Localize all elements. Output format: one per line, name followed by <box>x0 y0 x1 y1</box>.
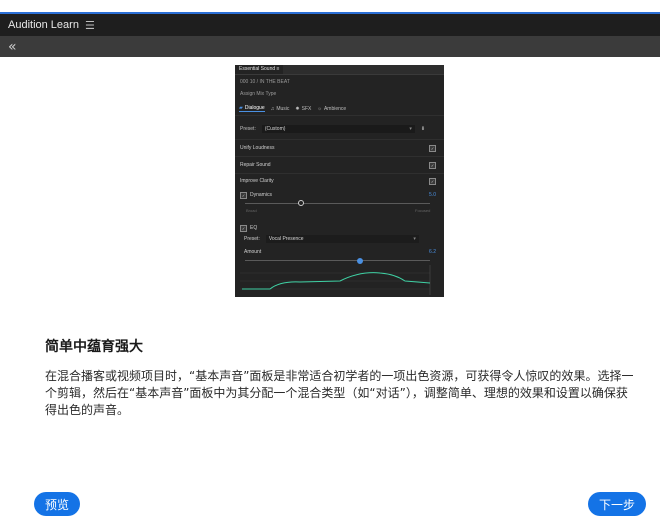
mix-type-label: Dialogue <box>244 105 265 111</box>
mix-type-dialogue: ▰ Dialogue <box>239 105 265 112</box>
checkbox-checked-icon: ✓ <box>429 144 436 152</box>
checkbox-checked-icon: ✓ <box>429 161 436 169</box>
dynamics-left-label: Broad <box>246 208 257 213</box>
mix-type-label: Ambience <box>323 105 347 112</box>
option-unify-loudness: Unify Loudness ✓ <box>240 143 436 153</box>
next-step-button[interactable]: 下一步 <box>588 492 646 516</box>
divider <box>235 156 444 157</box>
assign-mix-type-label: Assign Mix Type <box>240 91 277 97</box>
divider <box>235 115 444 116</box>
title-bar: Audition Learn ☰ <box>0 12 660 36</box>
mix-type-label: SFX <box>301 105 312 112</box>
music-note-icon: ♫ <box>270 105 275 112</box>
eq-preset-value: Vocal Presence <box>268 236 304 242</box>
eq-row: ✓ EQ <box>240 223 436 233</box>
eq-amount-value: 6.2 <box>429 249 436 255</box>
eq-curve-graph <box>240 265 431 295</box>
option-improve-clarity: Improve Clarity ✓ <box>240 176 436 186</box>
nav-bar: « <box>0 36 660 57</box>
panel-tab-title: Essential Sound <box>239 66 276 72</box>
save-preset-icon: ⬇ <box>420 126 426 132</box>
mix-type-sfx: ✸ SFX <box>295 105 311 112</box>
divider <box>235 173 444 174</box>
page-title: 简单中蕴育强大 <box>45 339 143 355</box>
eq-amount-row: Amount 6.2 <box>240 247 436 257</box>
checkbox-checked-icon: ✓ <box>240 191 247 199</box>
dynamics-toggle: ✓ Dynamics <box>240 191 272 199</box>
double-chevron-left-icon[interactable]: « <box>8 40 17 54</box>
description-text: 在混合播客或视频项目时，“基本声音”面板是非常适合初学者的一项出色资源，可获得令… <box>45 369 634 417</box>
dynamics-slider-knob <box>297 200 304 206</box>
eq-slider-knob <box>356 258 363 264</box>
chevron-down-icon: ▾ <box>409 126 412 132</box>
preset-select: (Custom) ▾ <box>261 125 415 133</box>
speech-bubble-icon: ▰ <box>239 105 243 111</box>
essential-sound-panel-image: Essential Sound ≡ 000 10 / IN THE BEAT A… <box>235 65 444 297</box>
app-title: Audition Learn <box>8 19 79 31</box>
preset-row: Preset: (Custom) ▾ ⬇ <box>240 125 438 133</box>
option-label: Repair Sound <box>240 162 271 168</box>
dynamics-right-label: Focused <box>415 208 431 213</box>
eq-toggle: ✓ EQ <box>240 224 258 232</box>
dynamics-row: ✓ Dynamics 5.0 <box>240 190 436 200</box>
checkbox-checked-icon: ✓ <box>240 224 247 232</box>
hamburger-icon[interactable]: ☰ <box>85 19 95 32</box>
panel-tab-bar: Essential Sound ≡ <box>235 65 444 75</box>
clip-name: 000 10 / IN THE BEAT <box>240 79 290 85</box>
chevron-down-icon: ▾ <box>413 236 416 242</box>
mix-type-label: Music <box>276 105 290 112</box>
mix-type-music: ♫ Music <box>271 105 290 112</box>
preview-button[interactable]: 预览 <box>34 492 80 516</box>
mix-type-tabs: ▰ Dialogue ♫ Music ✸ SFX ☼ Ambience <box>239 105 346 112</box>
mix-type-ambience: ☼ Ambience <box>317 105 346 112</box>
eq-amount-label: Amount <box>244 249 262 255</box>
dynamics-slider-track <box>245 203 430 204</box>
divider <box>235 139 444 140</box>
preset-label: Preset: <box>240 126 256 132</box>
panel-tab: Essential Sound ≡ <box>235 65 284 74</box>
eq-slider-track <box>245 260 430 261</box>
eq-label: EQ <box>250 225 258 231</box>
sfx-icon: ✸ <box>295 105 300 112</box>
preset-value: (Custom) <box>264 126 286 132</box>
eq-preset-label: Preset: <box>244 236 260 242</box>
ambience-icon: ☼ <box>317 105 322 112</box>
option-label: Improve Clarity <box>240 178 274 184</box>
dynamics-label: Dynamics <box>250 192 272 198</box>
eq-preset-row: Preset: Vocal Presence ▾ <box>240 234 436 244</box>
option-label: Unify Loudness <box>240 145 275 151</box>
dynamics-value: 5.0 <box>429 192 436 198</box>
checkbox-checked-icon: ✓ <box>429 177 436 185</box>
option-repair-sound: Repair Sound ✓ <box>240 160 436 170</box>
eq-preset-select: Vocal Presence ▾ <box>265 235 419 243</box>
